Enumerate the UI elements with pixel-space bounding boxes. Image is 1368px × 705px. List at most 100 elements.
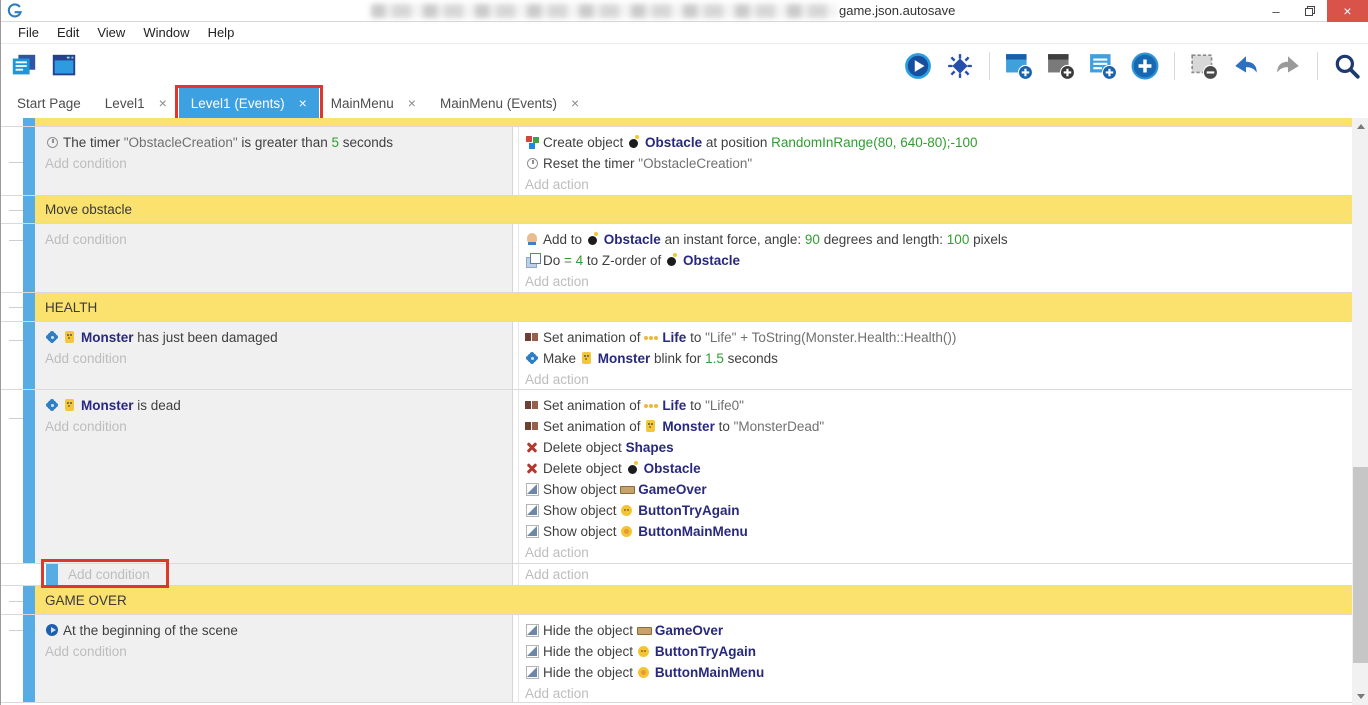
debugger-icon[interactable] <box>945 51 975 81</box>
toolbar-separator <box>1317 52 1318 80</box>
redo-icon[interactable] <box>1273 51 1303 81</box>
action-text: "MonsterDead" <box>734 419 825 434</box>
gdevelop-logo-icon <box>7 3 23 19</box>
add-condition-button[interactable]: Add condition <box>45 416 512 437</box>
event-handle-bar[interactable] <box>23 293 35 321</box>
tab-level1-events-[interactable]: Level1 (Events)× <box>179 88 319 118</box>
scroll-down-arrow[interactable] <box>1352 688 1368 705</box>
event-row[interactable]: Add condition Add to Obstacle an instant … <box>1 224 1352 293</box>
action-line[interactable]: Show object GameOver <box>525 479 1352 500</box>
tab-level1[interactable]: Level1× <box>93 88 179 118</box>
search-icon[interactable] <box>1332 51 1362 81</box>
project-manager-icon[interactable] <box>9 51 39 81</box>
condition-line[interactable]: Monster has just been damaged <box>45 327 512 348</box>
event-handle-bar[interactable] <box>23 224 35 292</box>
action-line[interactable]: Set animation of Life to "Life0" <box>525 395 1352 416</box>
event-handle-bar[interactable] <box>46 564 58 585</box>
add-condition-button[interactable]: Add condition <box>45 348 512 369</box>
add-condition-button[interactable]: Add condition <box>45 153 512 174</box>
action-line[interactable]: Make Monster blink for 1.5 seconds <box>525 348 1352 369</box>
comment-row[interactable]: Move obstacle <box>1 196 1352 224</box>
comment-text[interactable]: HEALTH <box>35 293 1352 321</box>
action-line[interactable]: Add to Obstacle an instant force, angle:… <box>525 229 1352 250</box>
menu-edit[interactable]: Edit <box>48 25 88 40</box>
tab-close-icon[interactable]: × <box>571 95 579 111</box>
event-row[interactable]: Monster is deadAdd conditionSet animatio… <box>1 390 1352 564</box>
actions-cell: Set animation of Life to "Life0"Set anim… <box>518 390 1352 563</box>
scene-editor-window-icon[interactable] <box>49 51 79 81</box>
preview-play-icon[interactable] <box>903 51 933 81</box>
tab-mainmenu-events-[interactable]: MainMenu (Events)× <box>428 88 591 118</box>
add-condition-button[interactable]: Add condition <box>45 641 512 662</box>
action-line[interactable]: Hide the object ButtonMainMenu <box>525 662 1352 683</box>
animation-icon <box>525 419 540 433</box>
event-handle-bar[interactable] <box>23 615 35 702</box>
add-action-button[interactable]: Add action <box>525 369 1352 389</box>
action-line[interactable]: Show object ButtonTryAgain <box>525 500 1352 521</box>
sub-event-row[interactable]: Add condition Add action <box>1 564 1352 586</box>
scrollbar-thumb[interactable] <box>1353 467 1368 663</box>
action-line[interactable]: Delete object Obstacle <box>525 458 1352 479</box>
add-action-button[interactable]: Add action <box>525 174 1352 195</box>
add-sub-event-icon[interactable] <box>1046 51 1076 81</box>
condition-line[interactable]: The timer "ObstacleCreation" is greater … <box>45 132 512 153</box>
comment-text[interactable]: Move obstacle <box>35 196 1352 223</box>
condition-text: The timer <box>63 135 124 150</box>
event-handle-bar[interactable] <box>23 586 35 614</box>
tab-close-icon[interactable]: × <box>299 95 307 111</box>
action-line[interactable]: Delete object Shapes <box>525 437 1352 458</box>
event-row[interactable]: The timer "ObstacleCreation" is greater … <box>1 127 1352 196</box>
action-line[interactable]: Reset the timer "ObstacleCreation" <box>525 153 1352 174</box>
event-row[interactable]: At the beginning of the sceneAdd conditi… <box>1 615 1352 703</box>
action-line[interactable]: Show object ButtonMainMenu <box>525 521 1352 542</box>
event-handle-bar[interactable] <box>23 127 35 195</box>
add-new-icon[interactable] <box>1130 51 1160 81</box>
action-line[interactable]: Set animation of Monster to "MonsterDead… <box>525 416 1352 437</box>
toolbar-separator <box>989 52 990 80</box>
event-handle-bar[interactable] <box>23 322 35 389</box>
event-row[interactable]: Monster has just been damagedAdd conditi… <box>1 322 1352 390</box>
action-line[interactable]: Hide the object GameOver <box>525 620 1352 641</box>
conditions-cell: Monster is deadAdd condition <box>35 390 513 563</box>
comment-text[interactable]: GAME OVER <box>35 586 1352 614</box>
action-line[interactable]: Set animation of Life to "Life" + ToStri… <box>525 327 1352 348</box>
comment-row[interactable]: GAME OVER <box>1 586 1352 615</box>
vertical-scrollbar[interactable] <box>1352 118 1368 705</box>
action-line[interactable]: Do = 4 to Z-order of Obstacle <box>525 250 1352 271</box>
condition-line[interactable]: Monster is dead <box>45 395 512 416</box>
menu-window[interactable]: Window <box>134 25 198 40</box>
add-action-button[interactable]: Add action <box>525 542 1352 563</box>
action-text: to <box>715 419 734 434</box>
tab-close-icon[interactable]: × <box>159 95 167 111</box>
action-line[interactable]: Create object Obstacle at position Rando… <box>525 132 1352 153</box>
undo-icon[interactable] <box>1231 51 1261 81</box>
scroll-up-arrow[interactable] <box>1352 118 1368 135</box>
tab-mainmenu[interactable]: MainMenu× <box>319 88 428 118</box>
event-handle-bar[interactable] <box>23 196 35 223</box>
event-handle-bar[interactable] <box>23 118 35 126</box>
action-text: pixels <box>969 232 1007 247</box>
tab-start-page[interactable]: Start Page <box>5 88 93 118</box>
redacted-title-blur <box>371 4 837 18</box>
add-action-button[interactable]: Add action <box>525 271 1352 292</box>
condition-line[interactable]: At the beginning of the scene <box>45 620 512 641</box>
minimize-button[interactable]: – <box>1259 0 1293 22</box>
maximize-button[interactable] <box>1293 0 1327 22</box>
add-event-icon[interactable] <box>1004 51 1034 81</box>
delete-event-icon[interactable] <box>1189 51 1219 81</box>
menu-view[interactable]: View <box>88 25 134 40</box>
menu-file[interactable]: File <box>9 25 48 40</box>
add-action-button[interactable]: Add action <box>525 564 1352 585</box>
add-condition-button[interactable]: Add condition <box>45 229 512 250</box>
action-line[interactable]: Hide the object ButtonTryAgain <box>525 641 1352 662</box>
action-text: blink for <box>650 351 705 366</box>
menu-help[interactable]: Help <box>199 25 244 40</box>
add-condition-button[interactable]: Add condition <box>68 564 512 585</box>
add-comment-icon[interactable] <box>1088 51 1118 81</box>
comment-row[interactable]: HEALTH <box>1 293 1352 322</box>
close-button[interactable]: × <box>1327 0 1368 22</box>
add-action-button[interactable]: Add action <box>525 683 1352 702</box>
comment-band-partial[interactable] <box>35 118 1352 126</box>
event-handle-bar[interactable] <box>23 390 35 563</box>
tab-close-icon[interactable]: × <box>408 95 416 111</box>
